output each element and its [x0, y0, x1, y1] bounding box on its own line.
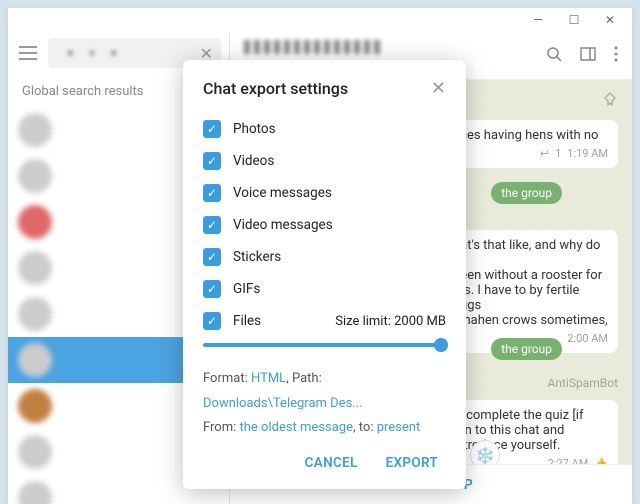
- path-link[interactable]: Downloads\Telegram Des...: [203, 396, 363, 411]
- slider-thumb[interactable]: [434, 338, 448, 352]
- pin-icon[interactable]: [602, 90, 618, 110]
- close-window-button[interactable]: ✕: [592, 9, 628, 31]
- option-voice-messages[interactable]: ✓Voice messages: [203, 177, 446, 209]
- option-files[interactable]: ✓FilesSize limit: 2000 MB: [203, 305, 446, 337]
- checkbox-icon: ✓: [203, 312, 221, 330]
- modal-title: Chat export settings: [203, 79, 348, 98]
- minimize-button[interactable]: —: [520, 9, 556, 31]
- size-limit-label: Size limit: 2000 MB: [335, 314, 446, 329]
- format-link[interactable]: HTML: [251, 371, 286, 386]
- search-icon[interactable]: [546, 46, 562, 66]
- cancel-button[interactable]: CANCEL: [305, 455, 358, 471]
- menu-button[interactable]: [16, 41, 40, 65]
- option-videos[interactable]: ✓Videos: [203, 145, 446, 177]
- format-row: Format: HTML, Path: Downloads\Telegram D…: [203, 367, 446, 416]
- checkbox-icon: ✓: [203, 248, 221, 266]
- from-link[interactable]: the oldest message: [240, 420, 354, 435]
- reply-icon: ↩: [540, 147, 549, 160]
- checkbox-icon: ✓: [203, 152, 221, 170]
- bot-name: AntiSpamBot: [548, 376, 618, 390]
- bot-avatar[interactable]: ❄️: [470, 440, 500, 464]
- maximize-button[interactable]: ☐: [556, 9, 592, 31]
- message[interactable]: hat's that like, and why do ... been wit…: [443, 230, 618, 353]
- to-link[interactable]: present: [377, 420, 421, 435]
- close-icon[interactable]: ✕: [431, 78, 446, 99]
- option-stickers[interactable]: ✓Stickers: [203, 241, 446, 273]
- panel-icon[interactable]: [580, 46, 596, 66]
- size-limit-slider[interactable]: [203, 343, 446, 347]
- option-gifs[interactable]: ✓GIFs: [203, 273, 446, 305]
- export-settings-modal: Chat export settings ✕ ✓Photos ✓Videos ✓…: [183, 60, 466, 489]
- search-text-blurred: [56, 46, 200, 60]
- message[interactable]: nces having hens with no ↩11:19 AM: [443, 120, 618, 168]
- checkbox-icon: ✓: [203, 216, 221, 234]
- checkbox-icon: ✓: [203, 184, 221, 202]
- checkbox-icon: ✓: [203, 280, 221, 298]
- option-video-messages[interactable]: ✓Video messages: [203, 209, 446, 241]
- joined-pill: the group: [491, 338, 562, 360]
- range-row: From: the oldest message, to: present: [203, 416, 446, 441]
- checkbox-icon: ✓: [203, 120, 221, 138]
- more-icon[interactable]: [614, 46, 618, 66]
- joined-pill: the group: [491, 182, 562, 204]
- export-button[interactable]: EXPORT: [386, 455, 438, 471]
- option-photos[interactable]: ✓Photos: [203, 113, 446, 145]
- chat-title-blurred: [244, 40, 384, 54]
- window-titlebar: — ☐ ✕: [8, 8, 632, 32]
- thumb-icon: 👍: [594, 457, 608, 464]
